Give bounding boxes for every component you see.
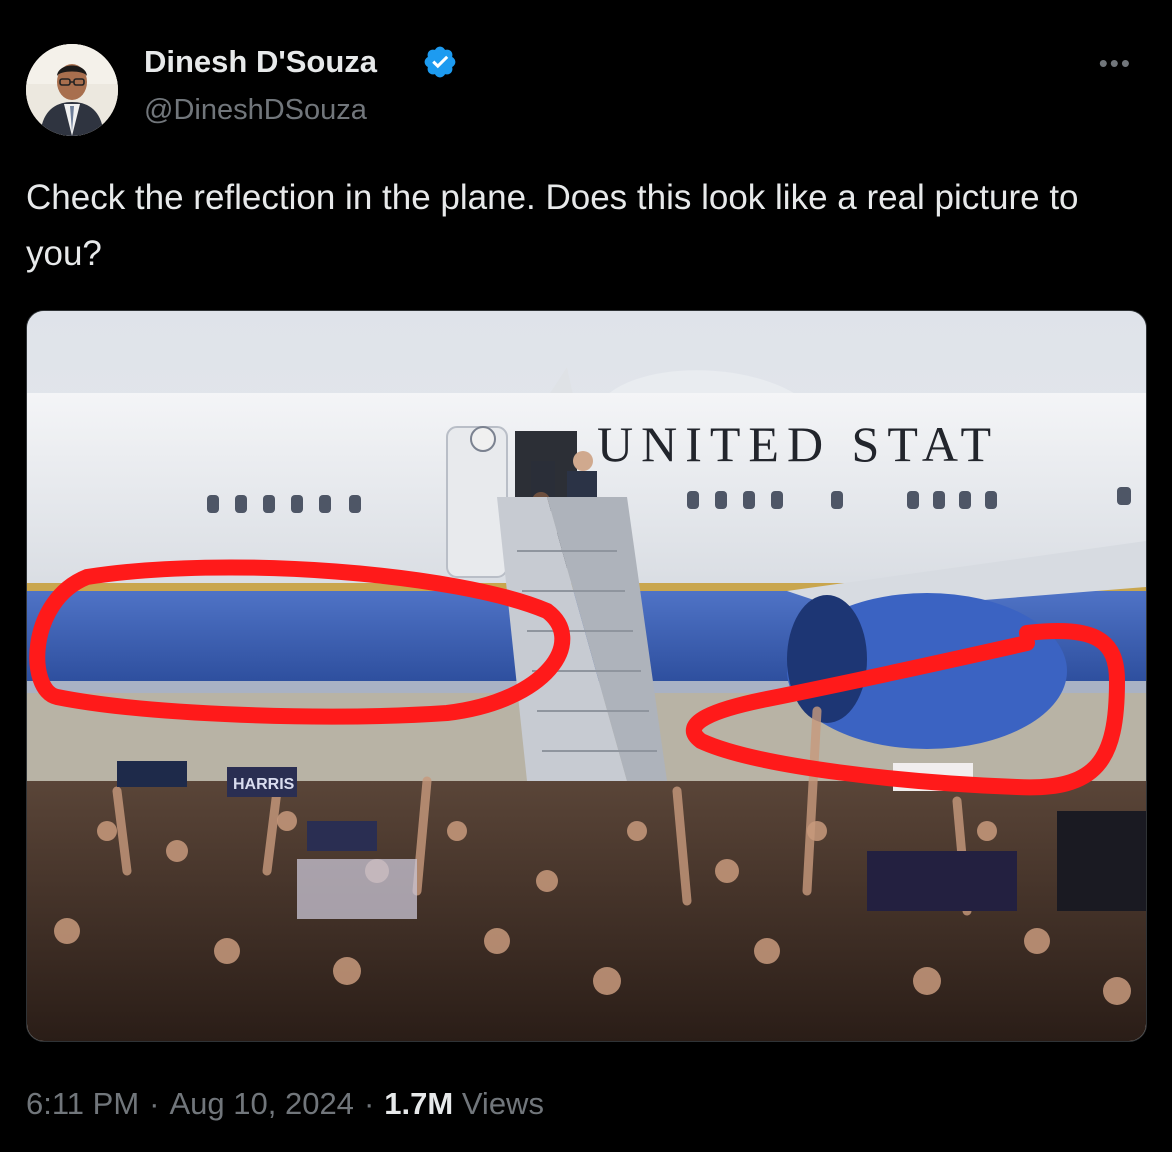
harris-sign-label: HARRIS	[233, 776, 295, 793]
views-count: 1.7M	[384, 1086, 454, 1121]
air-force-two-photo: UNITED STAT HARRIS	[27, 311, 1146, 1041]
plane-lettering: UNITED STAT	[597, 416, 999, 472]
meta-separator: ·	[149, 1086, 160, 1121]
tweet-time[interactable]: 6:11 PM	[26, 1086, 139, 1121]
author-avatar[interactable]	[26, 44, 118, 136]
views-label: Views	[461, 1086, 544, 1121]
meta-separator: ·	[363, 1086, 375, 1121]
avatar-image	[26, 44, 118, 136]
tweet-text: Check the reflection in the plane. Does …	[26, 178, 1079, 273]
verified-badge-icon	[424, 46, 456, 78]
author-handle[interactable]: @DineshDSouza	[144, 90, 367, 130]
more-horizontal-icon[interactable]: •••	[1099, 50, 1132, 76]
tweet-meta: 6:11 PM · Aug 10, 2024 · 1.7M Views	[26, 1084, 544, 1124]
author-name[interactable]: Dinesh D'Souza	[144, 42, 377, 82]
tweet-media-photo[interactable]: UNITED STAT HARRIS	[26, 310, 1147, 1042]
tweet-date[interactable]: Aug 10, 2024	[169, 1086, 353, 1121]
